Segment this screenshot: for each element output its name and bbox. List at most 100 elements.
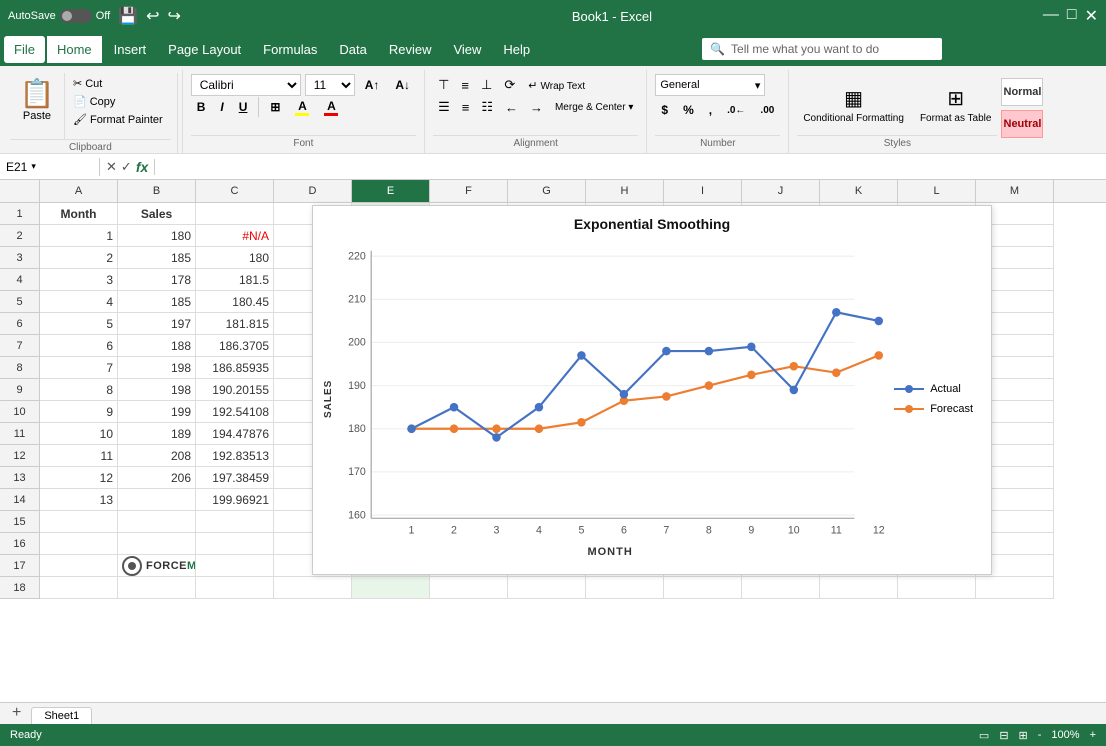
row-header-16[interactable]: 16: [0, 533, 39, 555]
conditional-formatting-btn[interactable]: ▦ Conditional Formatting: [797, 77, 910, 133]
align-right-btn[interactable]: ☷: [476, 96, 498, 118]
fx-icon[interactable]: fx: [136, 159, 148, 175]
cell-B5[interactable]: 185: [118, 291, 196, 313]
cell-A4[interactable]: 3: [40, 269, 118, 291]
fill-color-button[interactable]: A: [289, 96, 315, 118]
cell-C3[interactable]: 180: [196, 247, 274, 269]
page-layout-btn[interactable]: ⊟: [999, 729, 1008, 742]
save-icon[interactable]: 💾: [118, 6, 138, 26]
cell-B3[interactable]: 185: [118, 247, 196, 269]
col-header-F[interactable]: F: [430, 180, 508, 202]
col-header-B[interactable]: B: [118, 180, 196, 202]
row-header-5[interactable]: 5: [0, 291, 39, 313]
decrease-decimal-btn[interactable]: .0←: [721, 99, 751, 121]
comma-btn[interactable]: ,: [703, 99, 718, 121]
col-header-I[interactable]: I: [664, 180, 742, 202]
align-middle-btn[interactable]: ≡: [456, 74, 474, 96]
cell-B17[interactable]: FORCEMANAGER.: [118, 555, 196, 577]
align-center-btn[interactable]: ≡: [457, 96, 475, 118]
cell-C7[interactable]: 186.3705: [196, 335, 274, 357]
increase-decimal-btn[interactable]: .00: [754, 99, 780, 121]
cell-G18[interactable]: [508, 577, 586, 599]
font-shrink-btn[interactable]: A↓: [389, 74, 416, 96]
col-header-L[interactable]: L: [898, 180, 976, 202]
cell-A10[interactable]: 9: [40, 401, 118, 423]
wrap-text-btn[interactable]: ↵ Wrap Text: [522, 74, 591, 96]
merge-center-btn[interactable]: Merge & Center ▾: [550, 96, 638, 118]
row-header-7[interactable]: 7: [0, 335, 39, 357]
row-header-6[interactable]: 6: [0, 313, 39, 335]
menu-item-data[interactable]: Data: [329, 36, 376, 63]
cell-A5[interactable]: 4: [40, 291, 118, 313]
font-color-button[interactable]: A: [318, 96, 344, 118]
minimize-btn[interactable]: —: [1043, 6, 1059, 26]
text-direction-btn[interactable]: ⟳: [499, 74, 520, 96]
name-box[interactable]: E21 ▾: [0, 158, 100, 176]
sheet-tab-1[interactable]: Sheet1: [31, 707, 92, 724]
zoom-in-btn[interactable]: +: [1090, 729, 1096, 741]
increase-indent-btn[interactable]: →: [525, 96, 548, 118]
cell-A7[interactable]: 6: [40, 335, 118, 357]
cell-M18[interactable]: [976, 577, 1054, 599]
close-btn[interactable]: ✕: [1085, 6, 1098, 26]
cell-A12[interactable]: 11: [40, 445, 118, 467]
cell-A1[interactable]: Month: [40, 203, 118, 225]
col-header-J[interactable]: J: [742, 180, 820, 202]
menu-item-formulas[interactable]: Formulas: [253, 36, 327, 63]
row-header-2[interactable]: 2: [0, 225, 39, 247]
cell-C13[interactable]: 197.38459: [196, 467, 274, 489]
row-header-13[interactable]: 13: [0, 467, 39, 489]
row-header-8[interactable]: 8: [0, 357, 39, 379]
cell-A17[interactable]: [40, 555, 118, 577]
currency-btn[interactable]: $: [655, 99, 674, 121]
page-break-btn[interactable]: ⊞: [1019, 729, 1028, 742]
cell-B1[interactable]: Sales: [118, 203, 196, 225]
cell-A15[interactable]: [40, 511, 118, 533]
cell-C6[interactable]: 181.815: [196, 313, 274, 335]
align-top-btn[interactable]: ⊤: [433, 74, 454, 96]
cell-A9[interactable]: 8: [40, 379, 118, 401]
number-format-dropdown[interactable]: General ▾: [655, 74, 765, 96]
col-header-H[interactable]: H: [586, 180, 664, 202]
cell-C18[interactable]: [196, 577, 274, 599]
cell-C12[interactable]: 192.83513: [196, 445, 274, 467]
cell-C5[interactable]: 180.45: [196, 291, 274, 313]
cell-A3[interactable]: 2: [40, 247, 118, 269]
cell-A8[interactable]: 7: [40, 357, 118, 379]
row-header-4[interactable]: 4: [0, 269, 39, 291]
cell-E18[interactable]: [352, 577, 430, 599]
cut-button[interactable]: ✂ Cut: [69, 75, 167, 92]
autosave-toggle[interactable]: AutoSave Off: [8, 9, 110, 23]
row-header-11[interactable]: 11: [0, 423, 39, 445]
menu-item-review[interactable]: Review: [379, 36, 442, 63]
name-box-arrow[interactable]: ▾: [31, 161, 36, 172]
cell-I18[interactable]: [664, 577, 742, 599]
redo-icon[interactable]: ↪: [168, 6, 181, 26]
cell-B9[interactable]: 198: [118, 379, 196, 401]
cell-A14[interactable]: 13: [40, 489, 118, 511]
cell-L18[interactable]: [898, 577, 976, 599]
col-header-A[interactable]: A: [40, 180, 118, 202]
cell-B16[interactable]: [118, 533, 196, 555]
cell-B13[interactable]: 206: [118, 467, 196, 489]
col-header-G[interactable]: G: [508, 180, 586, 202]
undo-icon[interactable]: ↩: [146, 6, 159, 26]
cell-B18[interactable]: [118, 577, 196, 599]
row-header-15[interactable]: 15: [0, 511, 39, 533]
search-bar[interactable]: 🔍 Tell me what you want to do: [702, 38, 942, 60]
cell-C11[interactable]: 194.47876: [196, 423, 274, 445]
cell-C17[interactable]: [196, 555, 274, 577]
row-header-9[interactable]: 9: [0, 379, 39, 401]
col-header-M[interactable]: M: [976, 180, 1054, 202]
cell-C10[interactable]: 192.54108: [196, 401, 274, 423]
cell-C2[interactable]: #N/A: [196, 225, 274, 247]
cell-J18[interactable]: [742, 577, 820, 599]
format-as-table-btn[interactable]: ⊞ Format as Table: [914, 77, 998, 133]
row-header-14[interactable]: 14: [0, 489, 39, 511]
font-grow-btn[interactable]: A↑: [359, 74, 386, 96]
decrease-indent-btn[interactable]: ←: [500, 96, 523, 118]
paste-button[interactable]: 📋 Paste: [10, 73, 65, 139]
cell-C16[interactable]: [196, 533, 274, 555]
menu-item-pagelayout[interactable]: Page Layout: [158, 36, 251, 63]
neutral-style[interactable]: Neutral: [1001, 110, 1043, 138]
